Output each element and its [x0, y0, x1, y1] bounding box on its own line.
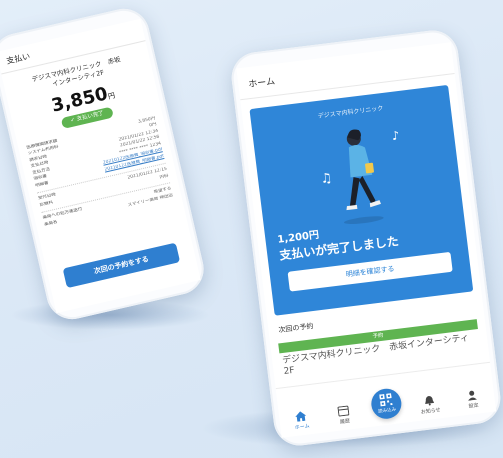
person-bag [365, 162, 374, 174]
tab-settings[interactable]: 設定 [455, 388, 491, 411]
person-leg-right [358, 175, 376, 206]
payment-complete-card: デジスマ内科クリニック ♫ ♪ 1,200円 支払いが完了しました 明細を確認す… [249, 84, 474, 316]
qr-scan-icon [379, 393, 393, 407]
payment-screen: 支払い デジスマ内科クリニック 赤坂 インターシティ2F 3,850円 ✓ 支払… [0, 18, 201, 314]
tab-label: ホーム [294, 423, 310, 432]
tab-home[interactable]: ホーム [283, 409, 319, 432]
qr-scan-button[interactable]: 読み込み [369, 387, 404, 421]
home-icon [295, 411, 307, 422]
check-icon: ✓ [69, 116, 76, 124]
detail-value: 内科 [159, 173, 169, 180]
home-phone: ホーム デジスマ内科クリニック ♫ ♪ 1,200円 支払いが完了しました 明細… [228, 27, 503, 449]
tab-label: お知らせ [420, 407, 442, 416]
bell-icon [425, 396, 435, 406]
walking-person-illustration: ♫ ♪ [320, 128, 400, 224]
tab-notifications[interactable]: お知らせ [412, 393, 448, 416]
tab-scan[interactable]: 読み込み [368, 387, 406, 422]
illustration-shadow [343, 216, 384, 224]
tab-label: 履歴 [339, 418, 351, 426]
home-screen: ホーム デジスマ内科クリニック ♫ ♪ 1,200円 支払いが完了しました 明細… [236, 42, 497, 438]
next-reservation-button[interactable]: 次回の予約をする [62, 242, 181, 289]
tab-label: 読み込み [377, 407, 397, 415]
status-badge-label: 支払い完了 [76, 110, 105, 123]
music-note-icon: ♫ [320, 171, 333, 187]
currency-label: 円 [107, 91, 116, 101]
history-icon [337, 405, 350, 417]
detail-label: 明細書 [34, 180, 49, 189]
tab-label: 設定 [468, 402, 479, 410]
tab-history[interactable]: 履歴 [326, 404, 362, 427]
detail-label: 診療科 [39, 199, 54, 208]
person-shoe-left [346, 204, 358, 211]
music-note-icon: ♪ [391, 128, 400, 143]
user-icon [468, 390, 478, 401]
payment-details: 医療機関請求額 3,850円 システム利用料 0円 請求日時 2021/01/22 1… [26, 116, 174, 229]
detail-label: 薬局名 [43, 219, 58, 228]
payment-phone: 支払い デジスマ内科クリニック 赤坂 インターシティ2F 3,850円 ✓ 支払… [0, 3, 209, 325]
